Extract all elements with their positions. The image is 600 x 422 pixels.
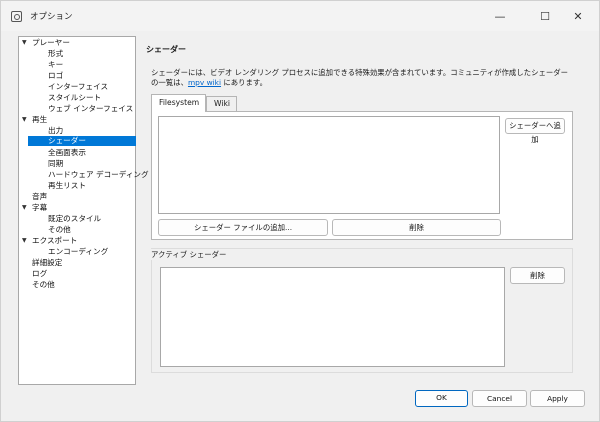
cancel-button[interactable]: Cancel	[472, 390, 527, 407]
options-window: オプション — ☐ ✕ ▼ プレーヤー 形式 キー ロゴ インターフェイス スタ…	[0, 0, 600, 422]
ok-button[interactable]: OK	[415, 390, 468, 407]
close-button[interactable]: ✕	[559, 1, 597, 31]
tree-item-fullscreen[interactable]: 全画面表示	[48, 148, 86, 158]
tab-filesystem[interactable]: Filesystem	[151, 94, 206, 112]
apply-button[interactable]: Apply	[530, 390, 585, 407]
expand-arrow-icon[interactable]: ▼	[22, 237, 27, 244]
tree-item-playlist[interactable]: 再生リスト	[48, 181, 86, 191]
tree-item-subtitles-other[interactable]: その他	[48, 225, 71, 235]
expand-arrow-icon[interactable]: ▼	[22, 116, 27, 123]
tree-item-sync[interactable]: 同期	[48, 159, 63, 169]
tree-item-output[interactable]: 出力	[48, 126, 63, 136]
tree-item-keys[interactable]: キー	[48, 60, 63, 70]
window-title: オプション	[30, 12, 73, 22]
tree-item-advanced[interactable]: 詳細設定	[32, 258, 62, 268]
tree-item-shader[interactable]: シェーダー	[28, 136, 136, 146]
tab-wiki[interactable]: Wiki	[206, 96, 237, 111]
tree-item-log[interactable]: ログ	[32, 269, 47, 279]
tree-item-hw-decoding[interactable]: ハードウェア デコーディング	[48, 170, 149, 180]
delete-active-shader-button[interactable]: 削除	[510, 267, 565, 284]
minimize-button[interactable]: —	[481, 1, 519, 31]
active-shader-label: アクティブ シェーダー	[151, 249, 230, 260]
add-shader-file-button[interactable]: シェーダー ファイルの追加...	[158, 219, 328, 236]
tree-item-export[interactable]: エクスポート	[32, 236, 77, 246]
tree-item-other[interactable]: その他	[32, 280, 55, 290]
tree-item-subtitles[interactable]: 字幕	[32, 203, 47, 213]
tree-item-player[interactable]: プレーヤー	[32, 38, 70, 48]
expand-arrow-icon[interactable]: ▼	[22, 204, 27, 211]
mpv-wiki-link[interactable]: mpv wiki	[188, 78, 221, 87]
expand-arrow-icon[interactable]: ▼	[22, 39, 27, 46]
shader-description: シェーダーには、ビデオ レンダリング プロセスに追加できる特殊効果が含まれていま…	[151, 68, 569, 87]
title-bar[interactable]: オプション — ☐ ✕	[1, 1, 599, 31]
tree-item-audio[interactable]: 音声	[32, 192, 47, 202]
tree-item-web-interface[interactable]: ウェブ インターフェイス	[48, 104, 133, 114]
shader-list[interactable]	[158, 116, 500, 214]
tree-item-format[interactable]: 形式	[48, 49, 63, 59]
add-to-shader-button[interactable]: シェーダーへ追加	[505, 118, 565, 144]
tree-item-default-style[interactable]: 既定のスタイル	[48, 214, 101, 224]
delete-shader-file-button[interactable]: 削除	[332, 219, 501, 236]
tree-item-logo[interactable]: ロゴ	[48, 71, 63, 81]
section-title: シェーダー	[146, 45, 186, 54]
tree-item-playback[interactable]: 再生	[32, 115, 47, 125]
tree-item-interface[interactable]: インターフェイス	[48, 82, 108, 92]
active-shader-list[interactable]	[160, 267, 505, 367]
tree-item-stylesheet[interactable]: スタイルシート	[48, 93, 101, 103]
app-icon	[11, 11, 22, 22]
tree-item-encoding[interactable]: エンコーディング	[48, 247, 108, 257]
